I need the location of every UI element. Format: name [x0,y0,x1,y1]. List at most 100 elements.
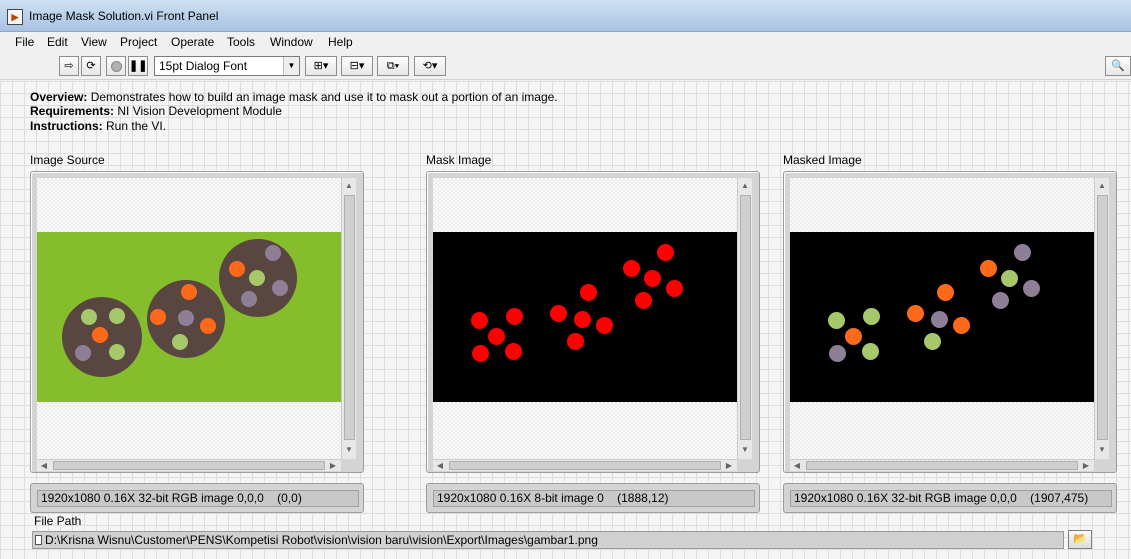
reorder-icon[interactable]: ⟲▾ [414,56,446,76]
menu-edit[interactable]: Edit [47,35,68,49]
horizontal-scrollbar[interactable]: ◀ ▶ [37,459,341,471]
scroll-left-icon[interactable]: ◀ [434,460,446,472]
pause-icon[interactable]: ❚❚ [128,56,148,76]
distribute-icon[interactable]: ⊟▾ [341,56,373,76]
mask-dot [488,328,505,345]
scroll-thumb[interactable] [53,461,325,470]
orange-dot [92,327,108,343]
menu-project[interactable]: Project [120,35,157,49]
file-path-input[interactable]: D:\Krisna Wisnu\Customer\PENS\Kompetisi … [32,531,1064,549]
font-selector[interactable]: 15pt Dialog Font ▼ [154,56,300,76]
scroll-up-icon[interactable]: ▲ [343,180,355,192]
masked-image-status: 1920x1080 0.16X 32-bit RGB image 0,0,0 (… [783,483,1117,513]
horizontal-scrollbar[interactable]: ◀ ▶ [790,459,1094,471]
image-source-viewport[interactable] [37,178,341,459]
menu-help[interactable]: Help [328,35,353,49]
green-dot [109,344,125,360]
orange-dot [229,261,245,277]
mask-dot [472,345,489,362]
instructions-text: Run the VI. [106,119,167,133]
scroll-thumb[interactable] [344,195,355,440]
font-label: 15pt Dialog Font [159,59,248,73]
scroll-up-icon[interactable]: ▲ [739,180,751,192]
mask-image-picture [433,232,737,402]
masked-image-picture [790,232,1094,402]
mask-dot [567,333,584,350]
green-dot [109,308,125,324]
purple-dot [992,292,1009,309]
vertical-scrollbar[interactable]: ▲ ▼ [341,178,356,459]
scroll-thumb[interactable] [806,461,1078,470]
green-dot [862,343,879,360]
green-dot [863,308,880,325]
scroll-down-icon[interactable]: ▼ [343,444,355,456]
image-source-display[interactable]: ▲ ▼ ◀ ▶ [30,171,364,473]
orange-dot [953,317,970,334]
orange-dot [150,309,166,325]
path-icon [35,535,42,545]
green-dot [172,334,188,350]
mask-image-label: Mask Image [426,153,492,167]
resize-icon[interactable]: ⧉▾ [377,56,409,76]
mask-dot [657,244,674,261]
scroll-right-icon[interactable]: ▶ [1080,460,1092,472]
mask-image-info: 1920x1080 0.16X 8-bit image 0 (1888,12) [433,490,755,507]
masked-image-viewport[interactable] [790,178,1094,459]
image-source-info: 1920x1080 0.16X 32-bit RGB image 0,0,0 (… [37,490,359,507]
scroll-thumb[interactable] [1097,195,1108,440]
menu-tools[interactable]: Tools [227,35,255,49]
menu-view[interactable]: View [81,35,107,49]
align-icon[interactable]: ⊞▾ [305,56,337,76]
vertical-scrollbar[interactable]: ▲ ▼ [1094,178,1109,459]
mask-dot [550,305,567,322]
requirements-line: Requirements: NI Vision Development Modu… [30,104,282,118]
scroll-left-icon[interactable]: ◀ [38,460,50,472]
image-source-label: Image Source [30,153,105,167]
purple-dot [1014,244,1031,261]
instructions-label: Instructions: [30,119,103,133]
green-dot [1001,270,1018,287]
abort-icon[interactable] [106,56,126,76]
scroll-left-icon[interactable]: ◀ [791,460,803,472]
orange-dot [907,305,924,322]
scroll-right-icon[interactable]: ▶ [723,460,735,472]
vertical-scrollbar[interactable]: ▲ ▼ [737,178,752,459]
overview-text: Demonstrates how to build an image mask … [90,90,558,104]
scroll-down-icon[interactable]: ▼ [1096,444,1108,456]
purple-dot [1023,280,1040,297]
run-arrow-icon[interactable]: ⇨ [59,56,79,76]
mask-dot [506,308,523,325]
folder-browse-icon[interactable]: 📂 [1068,530,1092,549]
mask-dot [505,343,522,360]
masked-image-display[interactable]: ▲ ▼ ◀ ▶ [783,171,1117,473]
mask-image-viewport[interactable] [433,178,737,459]
purple-dot [931,311,948,328]
mask-dot [644,270,661,287]
menu-operate[interactable]: Operate [171,35,214,49]
file-path-label: File Path [34,514,82,528]
scroll-thumb[interactable] [449,461,721,470]
purple-dot [829,345,846,362]
scroll-thumb[interactable] [740,195,751,440]
search-icon[interactable]: 🔍 [1105,56,1131,76]
run-continuously-icon[interactable]: ⟳ [81,56,101,76]
mask-dot [635,292,652,309]
scroll-right-icon[interactable]: ▶ [327,460,339,472]
green-dot [81,309,97,325]
chevron-down-icon: ▼ [283,57,299,75]
purple-dot [178,310,194,326]
requirements-label: Requirements: [30,104,115,118]
menu-file[interactable]: File [15,35,34,49]
mask-image-display[interactable]: ▲ ▼ ◀ ▶ [426,171,760,473]
horizontal-scrollbar[interactable]: ◀ ▶ [433,459,737,471]
masked-image-label: Masked Image [783,153,862,167]
purple-dot [265,245,281,261]
orange-dot [845,328,862,345]
scroll-up-icon[interactable]: ▲ [1096,180,1108,192]
window-title: Image Mask Solution.vi Front Panel [29,9,219,23]
green-dot [249,270,265,286]
menu-window[interactable]: Window [270,35,313,49]
purple-dot [75,345,91,361]
image-source-status: 1920x1080 0.16X 32-bit RGB image 0,0,0 (… [30,483,364,513]
scroll-down-icon[interactable]: ▼ [739,444,751,456]
